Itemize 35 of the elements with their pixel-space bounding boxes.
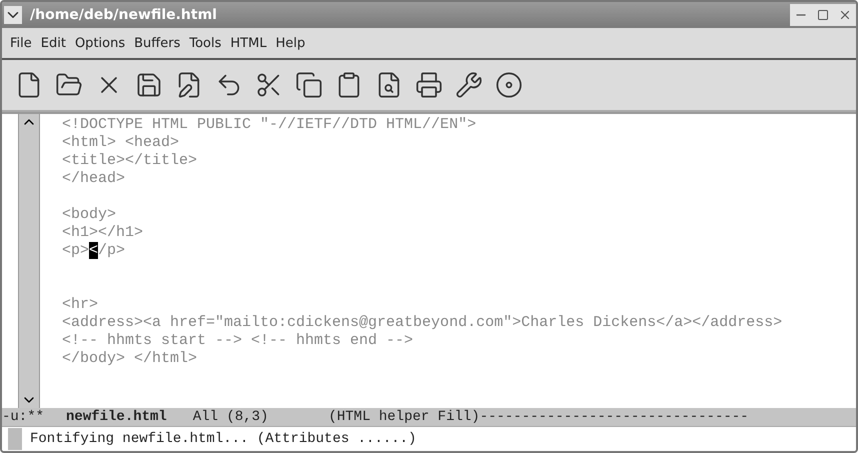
fringe-marker — [8, 428, 22, 450]
close-icon — [838, 8, 852, 22]
window-menu-icon[interactable] — [4, 6, 22, 24]
code-line: <hr> — [62, 296, 100, 314]
code-line: <!DOCTYPE HTML PUBLIC "-//IETF//DTD HTML//EN"> — [62, 116, 478, 134]
printer-icon — [415, 71, 443, 99]
major-mode: (HTML helper Fill) — [328, 409, 480, 425]
menu-item[interactable]: HTML — [230, 36, 267, 50]
menu-item[interactable]: Options — [74, 36, 126, 50]
code-line: <h1></h1> — [62, 224, 144, 242]
code-line: <p></p> — [62, 242, 126, 260]
menu-item[interactable]: File — [10, 36, 32, 50]
maximize-icon — [817, 9, 829, 21]
copy-icon — [295, 71, 323, 99]
buffer-position: All (8,3) — [192, 409, 268, 425]
menu-item[interactable]: Tools — [189, 36, 222, 50]
close-button[interactable] — [834, 4, 856, 26]
code-line: </body> </html> — [62, 350, 198, 368]
code-line: <title></title> — [62, 152, 198, 170]
wrench-icon — [455, 71, 483, 99]
scrollbar[interactable] — [18, 114, 40, 408]
window-title: /home/deb/newfile.html — [29, 7, 218, 23]
code-line: <body> — [62, 206, 118, 224]
disc-icon — [495, 71, 523, 99]
buffer-flags: -u:** — [2, 409, 44, 425]
code-line: <!-- hhmts start --> <!-- hhmts end --> — [62, 332, 414, 350]
code-line: <html> <head> — [62, 134, 180, 152]
minibuffer-message: Fontifying newfile.html... (Attributes ......) — [30, 431, 416, 447]
menu-item[interactable]: Help — [276, 36, 306, 50]
menu-item[interactable]: Edit — [40, 36, 66, 50]
buffer-name: newfile.html — [66, 409, 167, 425]
code-line: <address><a href="mailto:cdickens@greatbeyond.com">Charles Dickens</a></address> — [62, 314, 784, 332]
menu-item[interactable]: Buffers — [134, 36, 180, 50]
code-line: </head> — [62, 170, 126, 188]
mode-line-dashes: -------------------------------- — [480, 409, 749, 425]
